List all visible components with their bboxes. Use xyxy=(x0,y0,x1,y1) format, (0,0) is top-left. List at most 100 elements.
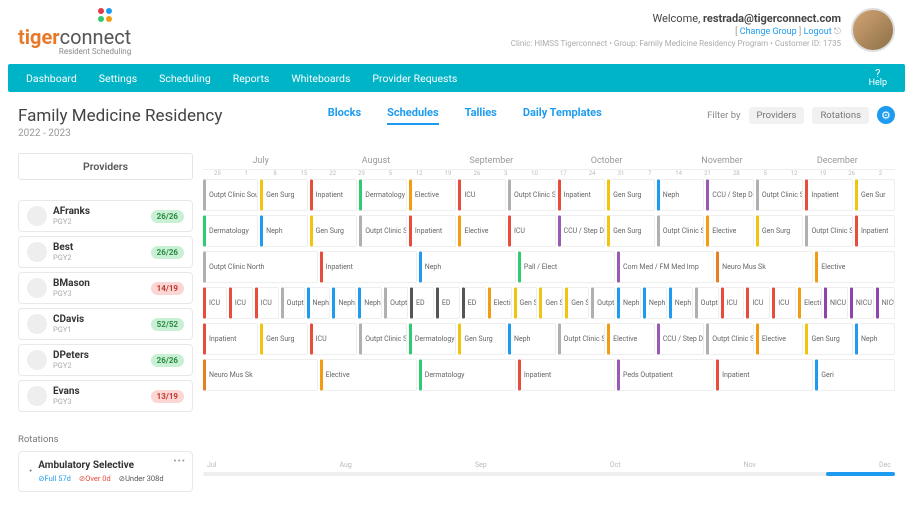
schedule-block[interactable]: Outpt Clinic South xyxy=(203,179,258,211)
schedule-block[interactable]: CCU / Step Down xyxy=(706,179,754,211)
schedule-block[interactable]: ICU xyxy=(458,179,506,211)
schedule-block[interactable]: Neph xyxy=(617,287,641,319)
nav-dashboard[interactable]: Dashboard xyxy=(26,72,77,85)
schedule-block[interactable]: ICU xyxy=(721,287,745,319)
schedule-block[interactable]: Pall / Elect xyxy=(518,251,615,283)
schedule-block[interactable]: ICU xyxy=(203,287,227,319)
schedule-block[interactable]: ED xyxy=(410,287,434,319)
schedule-block[interactable]: Neuro Mus Sk xyxy=(203,359,318,391)
schedule-block[interactable]: Gen Surg xyxy=(756,215,804,247)
schedule-block[interactable]: Neph xyxy=(307,287,331,319)
nav-settings[interactable]: Settings xyxy=(99,72,137,85)
schedule-block[interactable]: Gen Surg xyxy=(260,179,308,211)
schedule-block[interactable]: Peds Outpatient xyxy=(617,359,714,391)
schedule-block[interactable]: Gen Surg xyxy=(607,179,655,211)
schedule-block[interactable]: Elective xyxy=(706,215,754,247)
schedule-block[interactable]: Outpt xyxy=(695,287,719,319)
provider-card[interactable]: AFranksPGY226/26 xyxy=(18,200,193,232)
schedule-block[interactable]: Outpt Clinic South xyxy=(657,215,705,247)
schedule-block[interactable]: Elective xyxy=(607,323,655,355)
schedule-block[interactable]: ICU xyxy=(508,215,556,247)
schedule-block[interactable]: Inpatient xyxy=(409,215,457,247)
schedule-block[interactable]: Outpt Clinic South xyxy=(359,323,407,355)
schedule-block[interactable]: Gen Surg xyxy=(310,215,358,247)
schedule-block[interactable]: Inpatient xyxy=(310,179,358,211)
schedule-block[interactable]: Neph xyxy=(855,323,895,355)
more-icon[interactable]: ••• xyxy=(173,456,186,467)
schedule-block[interactable]: Neph xyxy=(260,215,308,247)
schedule-block[interactable]: Dermatology xyxy=(203,215,258,247)
schedule-block[interactable]: Neph xyxy=(358,287,382,319)
schedule-block[interactable]: ICU xyxy=(229,287,253,319)
schedule-block[interactable]: Outpt Clinic South xyxy=(706,323,754,355)
schedule-block[interactable]: ICU xyxy=(772,287,796,319)
schedule-block[interactable]: Neph xyxy=(419,251,516,283)
schedule-block[interactable]: Elective xyxy=(756,323,804,355)
avatar[interactable] xyxy=(851,8,895,52)
nav-scheduling[interactable]: Scheduling xyxy=(159,72,211,85)
nav-reports[interactable]: Reports xyxy=(233,72,270,85)
schedule-block[interactable]: NICU xyxy=(876,287,895,319)
schedule-block[interactable]: Elective xyxy=(409,179,457,211)
tab-daily-templates[interactable]: Daily Templates xyxy=(523,106,602,125)
schedule-block[interactable]: Gen Sur xyxy=(855,179,895,211)
schedule-block[interactable]: Neph xyxy=(508,323,556,355)
schedule-block[interactable]: Inpatient xyxy=(518,359,615,391)
schedule-block[interactable]: Neph xyxy=(643,287,667,319)
filter-rotations[interactable]: Rotations xyxy=(812,107,869,124)
schedule-block[interactable]: Inpatient xyxy=(855,215,895,247)
schedule-block[interactable]: Outpt Clinic South xyxy=(805,215,853,247)
schedule-block[interactable]: Outpt xyxy=(384,287,408,319)
schedule-block[interactable]: ICU xyxy=(310,323,358,355)
schedule-block[interactable]: Gen S xyxy=(514,287,538,319)
schedule-block[interactable]: Gen Surg xyxy=(607,215,655,247)
schedule-block[interactable]: Gen S xyxy=(539,287,563,319)
schedule-block[interactable]: ED xyxy=(462,287,486,319)
schedule-block[interactable]: Inpatient xyxy=(203,323,258,355)
schedule-block[interactable]: CCU / Step Down xyxy=(657,323,705,355)
provider-card[interactable]: BestPGY226/26 xyxy=(18,236,193,268)
timeline-bar[interactable] xyxy=(203,472,895,476)
schedule-block[interactable]: Neuro Mus Sk xyxy=(716,251,813,283)
schedule-block[interactable]: Dermatology xyxy=(409,323,457,355)
schedule-block[interactable]: Neph xyxy=(332,287,356,319)
schedule-block[interactable]: Elective xyxy=(458,215,506,247)
schedule-block[interactable]: Outpt Clinic North xyxy=(203,251,318,283)
schedule-block[interactable]: Outpt Clinic South xyxy=(508,179,556,211)
provider-card[interactable]: DPetersPGY226/26 xyxy=(18,344,193,376)
provider-card[interactable]: EvansPGY313/19 xyxy=(18,380,193,412)
logout-link[interactable]: Logout xyxy=(804,27,832,37)
schedule-block[interactable]: NICU xyxy=(824,287,848,319)
schedule-block[interactable]: Outpt Clinic South xyxy=(756,179,804,211)
schedule-block[interactable]: Gen S xyxy=(565,287,589,319)
schedule-block[interactable]: Outpt Clinic South xyxy=(558,323,606,355)
schedule-block[interactable]: Neph xyxy=(657,179,705,211)
rotation-card[interactable]: ••• • Ambulatory Selective ⊘Full 57d ⊘Ov… xyxy=(18,451,193,492)
schedule-block[interactable]: ICU xyxy=(255,287,279,319)
schedule-block[interactable]: Inpatient xyxy=(558,179,606,211)
tab-blocks[interactable]: Blocks xyxy=(328,106,361,125)
change-group-link[interactable]: Change Group xyxy=(740,27,797,37)
schedule-block[interactable]: CCU / Step Down xyxy=(558,215,606,247)
schedule-block[interactable]: Dermatology xyxy=(359,179,407,211)
schedule-block[interactable]: Outpt xyxy=(591,287,615,319)
schedule-block[interactable]: Outpt xyxy=(281,287,305,319)
schedule-block[interactable]: Com Med / FM Med Imp xyxy=(617,251,714,283)
provider-card[interactable]: BMasonPGY314/19 xyxy=(18,272,193,304)
nav-provider-requests[interactable]: Provider Requests xyxy=(372,72,457,85)
provider-card[interactable]: CDavisPGY152/52 xyxy=(18,308,193,340)
schedule-block[interactable]: Gen Surg xyxy=(260,323,308,355)
nav-whiteboards[interactable]: Whiteboards xyxy=(291,72,350,85)
tab-tallies[interactable]: Tallies xyxy=(465,106,497,125)
schedule-block[interactable]: Gen Surg xyxy=(805,323,853,355)
tab-schedules[interactable]: Schedules xyxy=(387,106,438,125)
schedule-block[interactable]: Elective xyxy=(815,251,895,283)
schedule-block[interactable]: Dermatology xyxy=(419,359,516,391)
help-link[interactable]: Help xyxy=(869,68,887,88)
schedule-block[interactable]: Elective xyxy=(488,287,512,319)
schedule-block[interactable]: Gen Surg xyxy=(458,323,506,355)
gear-icon[interactable]: ⚙ xyxy=(877,106,895,124)
schedule-block[interactable]: ICU xyxy=(746,287,770,319)
schedule-block[interactable]: ED xyxy=(436,287,460,319)
schedule-block[interactable]: Inpatient xyxy=(716,359,813,391)
